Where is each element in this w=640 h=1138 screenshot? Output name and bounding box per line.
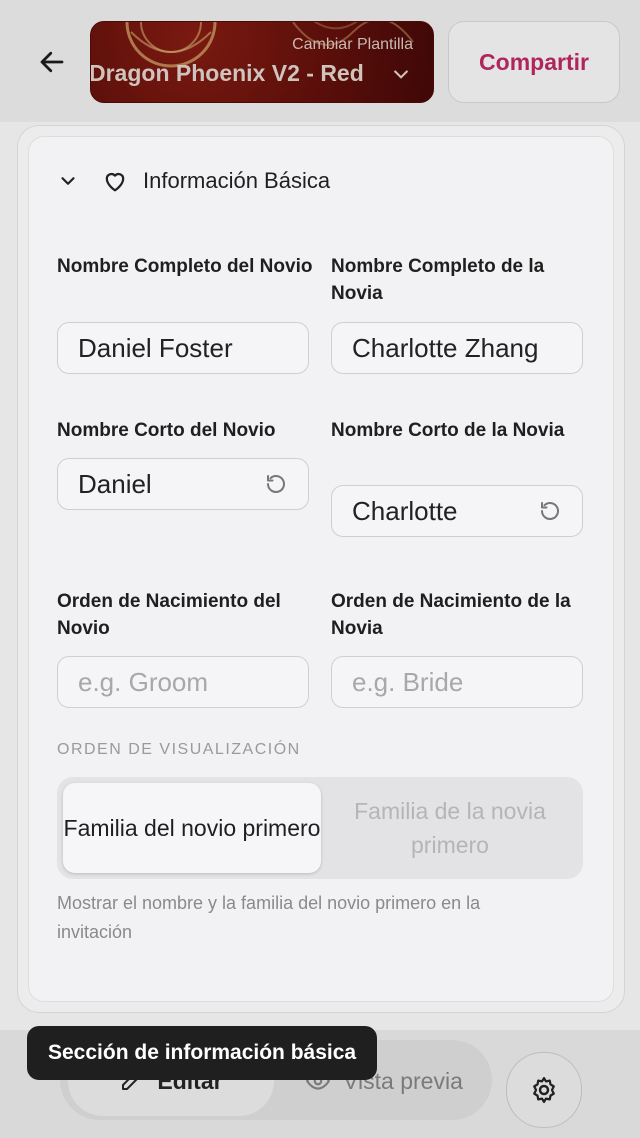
- display-order-label: ORDEN DE VISUALIZACIÓN: [57, 741, 301, 758]
- section-header[interactable]: Información Básica: [57, 167, 330, 195]
- arrow-left-icon: [40, 51, 64, 73]
- bride-short-name-value: Charlotte: [352, 495, 458, 526]
- reset-icon[interactable]: [264, 472, 288, 496]
- bride-short-name-label: Nombre Corto de la Novia: [331, 420, 565, 441]
- share-button[interactable]: Compartir: [448, 21, 620, 103]
- groom-family-first-option[interactable]: Familia del novio primero: [63, 783, 321, 873]
- template-subtitle: Cambiar Plantilla: [292, 36, 413, 53]
- bride-family-first-option[interactable]: Familia de la novia primero: [321, 783, 579, 873]
- groom-full-name-label: Nombre Completo del Novio: [57, 256, 313, 277]
- bride-full-name-value: Charlotte Zhang: [352, 332, 539, 363]
- groom-short-name-label: Nombre Corto del Novio: [57, 420, 276, 441]
- bride-birth-order-placeholder: e.g. Bride: [352, 666, 464, 697]
- display-order-help: Mostrar el nombre y la familia del novio…: [57, 893, 481, 942]
- groom-birth-order-input[interactable]: e.g. Groom: [57, 656, 309, 708]
- back-button[interactable]: [30, 40, 74, 84]
- groom-birth-order-placeholder: e.g. Groom: [78, 666, 209, 697]
- tooltip: Sección de información básica: [27, 1026, 378, 1080]
- chevron-down-icon: [394, 70, 408, 79]
- section-title: Información Básica: [143, 168, 331, 193]
- display-order-toggle: Familia del novio primero Familia de la …: [57, 777, 583, 879]
- top-bar: Cambiar Plantilla Dragon Phoenix V2 - Re…: [0, 0, 640, 122]
- settings-button[interactable]: [506, 1052, 582, 1128]
- groom-full-name-value: Daniel Foster: [78, 332, 233, 363]
- template-name: Dragon Phoenix V2 - Red: [90, 60, 364, 86]
- template-selector[interactable]: Cambiar Plantilla Dragon Phoenix V2 - Re…: [90, 21, 434, 103]
- basic-info-panel: Información Básica Nombre Completo del N…: [28, 136, 614, 1002]
- gear-icon: [533, 1077, 555, 1103]
- bride-birth-order-input[interactable]: e.g. Bride: [331, 656, 583, 708]
- heart-icon: [105, 173, 125, 192]
- bride-short-name-input[interactable]: Charlotte: [331, 485, 583, 537]
- groom-short-name-value: Daniel: [78, 468, 152, 499]
- groom-full-name-input[interactable]: Daniel Foster: [57, 322, 309, 374]
- bride-full-name-input[interactable]: Charlotte Zhang: [331, 322, 583, 374]
- bride-birth-order-label: Orden de Nacimiento de la Novia: [331, 591, 571, 639]
- reset-icon[interactable]: [538, 499, 562, 523]
- groom-birth-order-label: Orden de Nacimiento del Novio: [57, 591, 281, 639]
- chevron-down-icon[interactable]: [57, 170, 79, 192]
- bride-full-name-label: Nombre Completo de la Novia: [331, 256, 545, 304]
- groom-short-name-input[interactable]: Daniel: [57, 458, 309, 510]
